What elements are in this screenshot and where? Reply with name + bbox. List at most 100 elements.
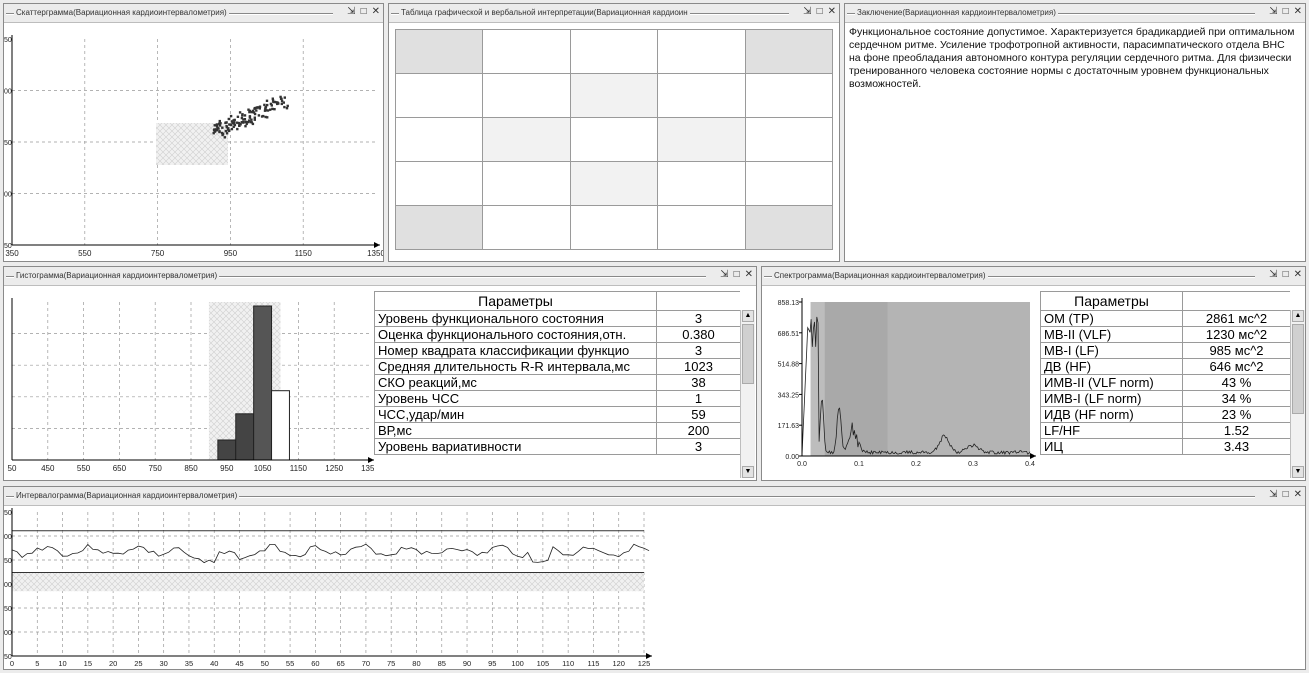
pin-icon[interactable]: ⇲ (1269, 6, 1277, 17)
scatter-point (221, 132, 225, 136)
param-row[interactable]: ЧСС,удар/мин 59 (374, 406, 740, 423)
pin-icon[interactable]: ⇲ (347, 6, 355, 17)
close-icon[interactable]: ✕ (1294, 269, 1302, 280)
scatter-point (247, 119, 251, 122)
x-tick-label: 350 (5, 249, 19, 258)
y-tick-label: 50 (4, 37, 12, 44)
scatter-point (227, 129, 231, 133)
param-label: ИМВ-I (LF norm) (1040, 390, 1183, 407)
param-label: ИЦ (1040, 438, 1183, 455)
scatter-point (258, 107, 261, 110)
param-row[interactable]: ОМ (ТР) 2861 мс^2 (1040, 310, 1290, 327)
param-row[interactable]: Номер квадрата классификации функцио 3 (374, 342, 740, 359)
param-label: ИМВ-II (VLF norm) (1040, 374, 1183, 391)
scatter-point (239, 123, 242, 126)
x-tick-label: 0.4 (1025, 461, 1035, 468)
scroll-down-icon[interactable]: ▼ (742, 466, 754, 478)
param-row[interactable]: Уровень функционального состояния 3 (374, 310, 740, 327)
param-row[interactable]: Средняя длительность R-R интервала,мс 102… (374, 358, 740, 375)
pin-icon[interactable]: ⇲ (1269, 489, 1277, 500)
hist-params-scrollbar[interactable]: ▲ ▼ (740, 310, 755, 478)
param-label: ИДВ (HF norm) (1040, 406, 1183, 423)
grid-cell (482, 117, 571, 162)
param-value: 59 (656, 406, 740, 423)
param-row[interactable]: LF/HF 1.52 (1040, 422, 1290, 439)
param-row[interactable]: ДВ (HF) 646 мс^2 (1040, 358, 1290, 375)
param-row[interactable]: Уровень ЧСС 1 (374, 390, 740, 407)
param-row[interactable]: ИМВ-II (VLF norm) 43 % (1040, 374, 1290, 391)
x-tick-label: 80 (412, 659, 420, 668)
param-row[interactable]: СКО реакций,мс 38 (374, 374, 740, 391)
param-row[interactable]: ИМВ-I (LF norm) 34 % (1040, 390, 1290, 407)
close-icon[interactable]: ✕ (828, 6, 836, 17)
x-tick-label: 75 (387, 659, 395, 668)
conclusion-titlebar[interactable]: Заключение(Вариационная кардиоинтервалом… (845, 4, 1305, 23)
restore-icon[interactable]: □ (1283, 6, 1289, 17)
grid-cell (657, 117, 746, 162)
close-icon[interactable]: ✕ (372, 6, 380, 17)
restore-icon[interactable]: □ (734, 269, 740, 280)
param-row[interactable]: ИДВ (HF norm) 23 % (1040, 406, 1290, 423)
scatter-titlebar[interactable]: Скаттерграмма(Вариационная кардиоинтерва… (4, 4, 383, 23)
pin-icon[interactable]: ⇲ (1269, 269, 1277, 280)
spectrum-titlebar[interactable]: Спектрограмма(Вариационная кардиоинтерва… (762, 267, 1305, 286)
restore-icon[interactable]: □ (1283, 269, 1289, 280)
scatter-point (253, 112, 257, 116)
normal-zone (12, 572, 644, 592)
x-tick-label: 750 (151, 249, 165, 258)
scatter-point (245, 122, 248, 126)
scatter-point (257, 114, 261, 117)
scroll-up-icon[interactable]: ▲ (742, 310, 754, 322)
param-label: ОМ (ТР) (1040, 310, 1183, 327)
restore-icon[interactable]: □ (361, 6, 367, 17)
param-row[interactable]: Оценка функционального состояния,отн. 0.3… (374, 326, 740, 343)
param-row[interactable]: МВ-II (VLF) 1230 мс^2 (1040, 326, 1290, 343)
scatter-point (270, 104, 273, 107)
x-tick-label: 45 (235, 659, 243, 668)
conclusion-title: Заключение(Вариационная кардиоинтервалом… (855, 8, 1058, 17)
pin-icon[interactable]: ⇲ (720, 269, 728, 280)
interp-titlebar[interactable]: Таблица графической и вербальной интерпр… (389, 4, 839, 23)
close-icon[interactable]: ✕ (1294, 489, 1302, 500)
param-row[interactable]: ВР,мс 200 (374, 422, 740, 439)
scatter-point (238, 111, 242, 114)
grid-cell (744, 117, 834, 162)
y-tick-label: 50 (4, 606, 12, 613)
param-label: МВ-II (VLF) (1040, 326, 1183, 343)
param-value: 43 % (1182, 374, 1290, 391)
scatter-point (218, 130, 221, 134)
hist-params-table: Параметры Уровень функционального состоя… (374, 291, 740, 455)
scroll-thumb[interactable] (742, 324, 754, 384)
close-icon[interactable]: ✕ (1294, 6, 1302, 17)
param-row[interactable]: ИЦ 3.43 (1040, 438, 1290, 455)
param-label: Уровень вариативности (374, 438, 657, 455)
grid-cell (657, 161, 746, 206)
param-row[interactable]: Уровень вариативности 3 (374, 438, 740, 455)
scatter-point (218, 124, 222, 127)
pin-icon[interactable]: ⇲ (803, 6, 811, 17)
y-tick-label: 514.88 (778, 362, 800, 369)
scroll-thumb[interactable] (1292, 324, 1304, 414)
restore-icon[interactable]: □ (1283, 489, 1289, 500)
x-tick-label: 5 (35, 659, 39, 668)
scatter-point (280, 99, 284, 103)
interval-titlebar[interactable]: Интервалограмма(Вариационная кардиоинтер… (4, 487, 1305, 506)
scatter-point (247, 108, 250, 111)
spec-params-scrollbar[interactable]: ▲ ▼ (1290, 310, 1305, 478)
scroll-down-icon[interactable]: ▼ (1292, 466, 1304, 478)
scatter-title: Скаттерграмма(Вариационная кардиоинтерва… (14, 8, 229, 17)
scatter-point (230, 127, 234, 131)
scatter-point (266, 116, 269, 119)
close-icon[interactable]: ✕ (745, 269, 753, 280)
x-tick-label: 1050 (254, 464, 272, 473)
histogram-titlebar[interactable]: Гистограмма(Вариационная кардиоинтервало… (4, 267, 756, 286)
scatter-point (233, 122, 236, 125)
param-value: 985 мс^2 (1182, 342, 1290, 359)
scatter-panel: Скаттерграмма(Вариационная кардиоинтерва… (3, 3, 384, 262)
y-tick-label: 50 (4, 558, 12, 565)
grid-cell (482, 29, 571, 74)
restore-icon[interactable]: □ (817, 6, 823, 17)
param-row[interactable]: МВ-I (LF) 985 мс^2 (1040, 342, 1290, 359)
scroll-up-icon[interactable]: ▲ (1292, 310, 1304, 322)
x-tick-label: 25 (134, 659, 142, 668)
